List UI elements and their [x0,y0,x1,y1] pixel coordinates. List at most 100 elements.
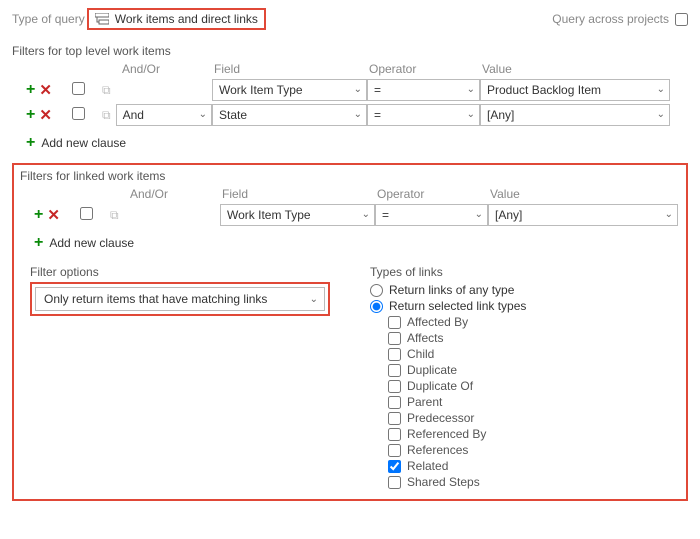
top-clause-row: +✕⧉And⌄State⌄=⌄[Any]⌄ [12,104,688,126]
value-select[interactable]: [Any] ⌄ [488,204,678,226]
add-clause-top[interactable]: + Add new clause [12,129,688,157]
col-value: Value [480,62,670,76]
andor-select-value: And [123,108,144,122]
chevron-down-icon: ⌄ [657,109,665,120]
link-type-row: Related [388,459,680,473]
add-clause-linked[interactable]: + Add new clause [20,229,680,257]
chevron-down-icon: ⌄ [475,209,483,220]
col-field: Field [212,62,367,76]
chevron-down-icon: ⌄ [467,109,475,120]
linked-filters-title: Filters for linked work items [20,169,680,183]
chevron-down-icon: ⌄ [199,109,207,120]
remove-row-button[interactable]: ✕ [39,108,52,123]
col-andor: And/Or [102,62,212,76]
link-type-row: Parent [388,395,680,409]
field-select-value: Work Item Type [219,83,303,97]
link-type-row: Duplicate Of [388,379,680,393]
group-icon: ⧉ [102,108,113,123]
chevron-down-icon: ⌄ [362,209,370,220]
plus-icon: + [26,135,35,151]
link-type-checkbox[interactable] [388,396,401,409]
work-items-links-icon [95,13,109,25]
link-type-row: Predecessor [388,411,680,425]
operator-select-value: = [374,108,381,122]
link-type-checkbox[interactable] [388,332,401,345]
group-icon: ⧉ [102,83,113,98]
col-operator: Operator [367,62,480,76]
link-type-checkbox[interactable] [388,476,401,489]
link-type-row: Child [388,347,680,361]
add-row-button[interactable]: + [26,107,35,123]
operator-select[interactable]: =⌄ [367,79,480,101]
value-select[interactable]: Product Backlog Item ⌄ [480,79,670,101]
value-select-value: Product Backlog Item [487,83,601,97]
link-type-row: Affected By [388,315,680,329]
link-type-label: Referenced By [407,427,486,441]
operator-select[interactable]: =⌄ [375,204,488,226]
field-select-value: State [219,108,247,122]
add-row-button[interactable]: + [26,82,35,98]
link-type-checkbox[interactable] [388,460,401,473]
remove-row-button[interactable]: ✕ [39,83,52,98]
andor-select[interactable]: And ⌄ [116,104,212,126]
remove-row-button[interactable]: ✕ [47,208,60,223]
link-type-checkbox[interactable] [388,428,401,441]
radio-any-type[interactable] [370,284,383,297]
link-type-label: Parent [407,395,442,409]
link-type-row: References [388,443,680,457]
link-type-checkbox[interactable] [388,364,401,377]
link-type-checkbox[interactable] [388,348,401,361]
top-clause-row: +✕⧉Work Item Type⌄=⌄Product Backlog Item… [12,79,688,101]
radio-selected-types[interactable] [370,300,383,313]
chevron-down-icon: ⌄ [354,109,362,120]
col-operator: Operator [375,187,488,201]
top-filters-title: Filters for top level work items [12,44,688,58]
query-type-selector[interactable]: Work items and direct links [87,8,266,30]
chevron-down-icon: ⌄ [665,209,673,220]
link-type-label: Predecessor [407,411,474,425]
add-clause-label: Add new clause [41,136,126,150]
field-select[interactable]: State ⌄ [212,104,367,126]
operator-select-value: = [374,83,381,97]
chevron-down-icon: ⌄ [354,84,362,95]
link-type-row: Referenced By [388,427,680,441]
add-clause-label: Add new clause [49,236,134,250]
add-row-button[interactable]: + [34,207,43,223]
filter-options-label: Filter options [30,265,330,279]
link-type-checkbox[interactable] [388,316,401,329]
value-select-value: [Any] [495,208,522,222]
filter-options-select[interactable]: Only return items that have matching lin… [35,287,325,311]
chevron-down-icon: ⌄ [657,84,665,95]
row-checkbox[interactable] [72,82,85,95]
type-of-query-label: Type of query [12,12,85,26]
radio-any-label: Return links of any type [389,283,514,297]
link-type-label: Related [407,459,448,473]
radio-selected-label: Return selected link types [389,299,526,313]
link-type-row: Shared Steps [388,475,680,489]
query-type-text: Work items and direct links [115,12,258,26]
field-select-value: Work Item Type [227,208,311,222]
filter-options-value: Only return items that have matching lin… [44,292,267,306]
link-type-label: Duplicate Of [407,379,473,393]
link-type-checkbox[interactable] [388,412,401,425]
field-select[interactable]: Work Item Type ⌄ [220,204,375,226]
value-select[interactable]: [Any]⌄ [480,104,670,126]
link-type-row: Duplicate [388,363,680,377]
field-select[interactable]: Work Item Type ⌄ [212,79,367,101]
link-type-row: Affects [388,331,680,345]
col-field: Field [220,187,375,201]
operator-select-value: = [382,208,389,222]
operator-select[interactable]: =⌄ [367,104,480,126]
row-checkbox[interactable] [80,207,93,220]
group-icon: ⧉ [110,208,121,223]
types-of-links-label: Types of links [370,265,680,279]
query-across-checkbox[interactable] [675,13,688,26]
link-type-checkbox[interactable] [388,444,401,457]
plus-icon: + [34,235,43,251]
link-type-label: Duplicate [407,363,457,377]
link-type-label: Affected By [407,315,468,329]
link-type-label: Shared Steps [407,475,480,489]
row-checkbox[interactable] [72,107,85,120]
link-type-checkbox[interactable] [388,380,401,393]
chevron-down-icon: ⌄ [310,294,318,305]
